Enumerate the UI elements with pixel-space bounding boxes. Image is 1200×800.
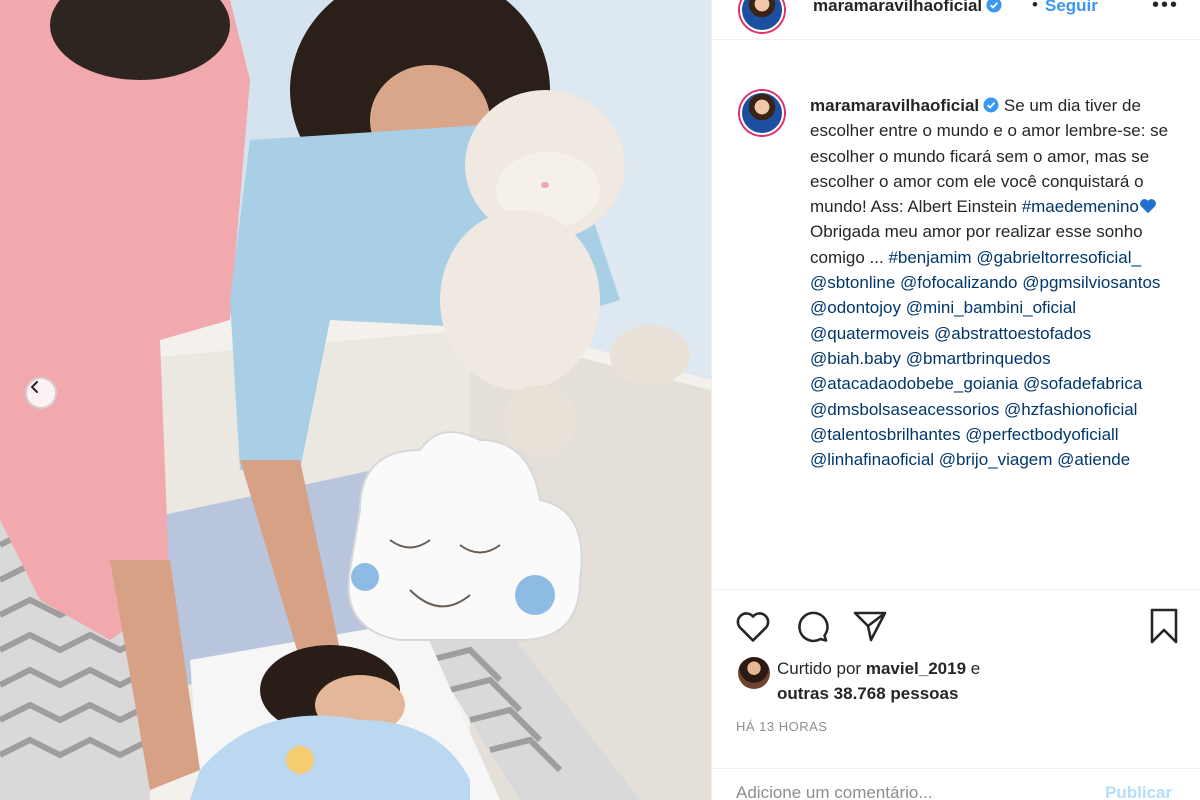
caption-tag[interactable]: @odontojoy <box>810 298 901 317</box>
publish-button[interactable]: Publicar <box>1105 783 1172 800</box>
caption-tag[interactable]: @dmsbolsaseacessorios <box>810 400 999 419</box>
comment-button[interactable] <box>792 606 832 646</box>
caption-author-avatar[interactable] <box>740 91 784 135</box>
hashtag-maedemenino[interactable]: #maedemenino <box>1022 197 1139 216</box>
caption-username[interactable]: maramaravilhaoficial <box>810 96 999 115</box>
liker-username[interactable]: maviel_2019 <box>866 659 966 678</box>
bookmark-icon <box>1150 608 1178 644</box>
caption-tag[interactable]: @brijo_viagem <box>939 450 1053 469</box>
author-avatar[interactable] <box>740 0 784 32</box>
author-username: maramaravilhaoficial <box>813 0 983 15</box>
caption-tag[interactable]: @mini_bambini_oficial <box>906 298 1076 317</box>
caption-tag[interactable]: @sbtonline <box>810 273 895 292</box>
caption-tag[interactable]: @biah.baby <box>810 349 901 368</box>
likes-prefix: Curtido por <box>777 659 862 678</box>
caption-tag[interactable]: @atiende <box>1057 450 1130 469</box>
blue-heart-emoji-icon <box>1139 199 1156 214</box>
post-timestamp[interactable]: HÁ 13 HORAS <box>736 719 827 734</box>
author-username-link[interactable]: maramaravilhaoficial <box>813 0 1002 16</box>
caption-tag[interactable]: @hzfashionoficial <box>1004 400 1138 419</box>
post-sidebar: maramaravilhaoficial • Seguir ••• marama… <box>711 0 1200 800</box>
caption-tag[interactable]: #benjamim <box>888 248 971 267</box>
post-photo[interactable] <box>0 0 711 800</box>
caption-tag[interactable]: @linhafinaoficial <box>810 450 934 469</box>
post-actions <box>712 600 1200 650</box>
follow-separator: • <box>1032 0 1038 14</box>
caption-tag[interactable]: @quatermoveis <box>810 324 929 343</box>
more-options-button[interactable]: ••• <box>1152 0 1179 17</box>
share-button[interactable] <box>850 606 890 646</box>
likes-count-link[interactable]: outras 38.768 pessoas <box>777 684 958 704</box>
save-button[interactable] <box>1144 606 1184 646</box>
divider <box>712 589 1200 590</box>
likes-conjunction: e <box>970 659 981 678</box>
caption-tag[interactable]: @fofocalizando <box>900 273 1017 292</box>
comment-input[interactable] <box>736 783 1076 800</box>
heart-icon <box>736 611 770 642</box>
post-header: maramaravilhaoficial • Seguir ••• <box>712 0 1200 40</box>
caption-tag[interactable]: @sofadefabrica <box>1023 374 1142 393</box>
caption-tag[interactable]: @perfectbodyoficiall <box>965 425 1118 444</box>
verified-badge-icon <box>983 97 999 113</box>
carousel-prev-button[interactable] <box>25 377 57 409</box>
verified-badge-icon <box>986 0 1002 13</box>
comment-bar: Publicar <box>712 768 1200 800</box>
comment-icon <box>798 611 829 643</box>
caption-tag[interactable]: @pgmsilviosantos <box>1022 273 1160 292</box>
caption-tag[interactable]: @gabrieltorresoficial_ <box>976 248 1141 267</box>
instagram-post-view: maramaravilhaoficial • Seguir ••• marama… <box>0 0 1200 800</box>
likes-line-1: Curtido por maviel_2019 e <box>777 659 980 679</box>
caption-tag[interactable]: @talentosbrilhantes <box>810 425 961 444</box>
follow-button[interactable]: Seguir <box>1045 0 1098 16</box>
share-icon <box>853 611 887 642</box>
post-caption: maramaravilhaoficial Se um dia tiver de … <box>810 93 1180 472</box>
caption-tag[interactable]: @atacadaodobebe_goiania <box>810 374 1018 393</box>
caption-tag[interactable]: @bmartbrinquedos <box>906 349 1051 368</box>
photo-illustration <box>0 0 711 800</box>
chevron-left-icon <box>31 381 38 393</box>
liker-avatar[interactable] <box>738 657 770 689</box>
likes-summary: Curtido por maviel_2019 e outras 38.768 … <box>712 655 1200 705</box>
comments-scroll-area[interactable]: maramaravilhaoficial Se um dia tiver de … <box>712 41 1200 588</box>
like-button[interactable] <box>733 606 773 646</box>
caption-tag[interactable]: @abstrattoestofados <box>934 324 1091 343</box>
